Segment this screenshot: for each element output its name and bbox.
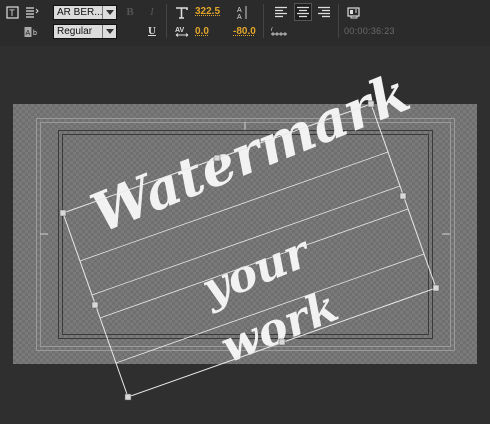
resize-handle[interactable]	[278, 338, 286, 346]
resize-handle[interactable]	[432, 284, 440, 292]
resize-handle[interactable]	[399, 192, 407, 200]
resize-handle[interactable]	[213, 154, 221, 162]
resize-handle[interactable]	[367, 100, 375, 108]
text-bounding-box[interactable]	[0, 0, 490, 424]
resize-handle[interactable]	[91, 301, 99, 309]
resize-handle[interactable]	[124, 393, 132, 401]
resize-handle[interactable]	[59, 209, 67, 217]
